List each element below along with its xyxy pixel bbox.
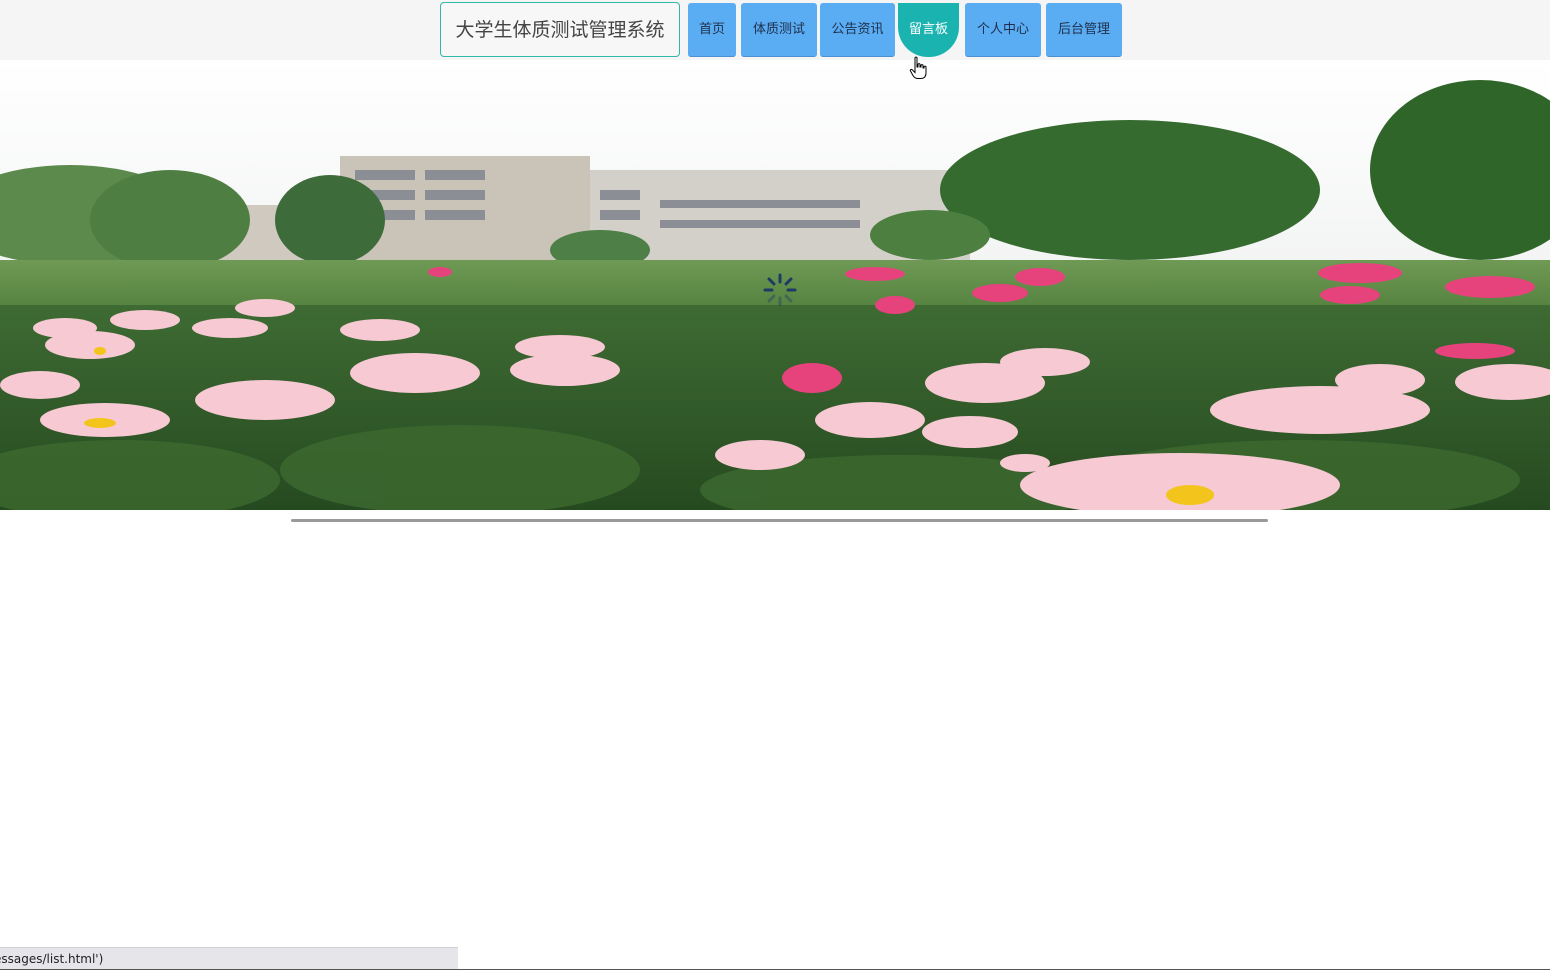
hand-pointer-cursor-icon bbox=[909, 56, 927, 79]
top-navigation-bar: 大学生体质测试管理系统 首页 体质测试 公告资讯 留言板 个人中心 后台管理 bbox=[0, 0, 1550, 60]
nav-message-board-button[interactable]: 留言板 bbox=[898, 3, 959, 57]
status-bar-url: essages/list.html') bbox=[0, 952, 104, 966]
content-divider bbox=[291, 519, 1268, 522]
nav-home-button[interactable]: 首页 bbox=[688, 3, 736, 57]
nav-fitness-test-button[interactable]: 体质测试 bbox=[741, 3, 817, 57]
nav-personal-center-button[interactable]: 个人中心 bbox=[965, 3, 1041, 57]
loading-spinner-icon bbox=[763, 273, 797, 307]
site-title[interactable]: 大学生体质测试管理系统 bbox=[440, 2, 680, 57]
nav-announcements-button[interactable]: 公告资讯 bbox=[820, 3, 895, 57]
nav-admin-button[interactable]: 后台管理 bbox=[1046, 3, 1122, 57]
browser-status-bar: essages/list.html') bbox=[0, 947, 458, 969]
